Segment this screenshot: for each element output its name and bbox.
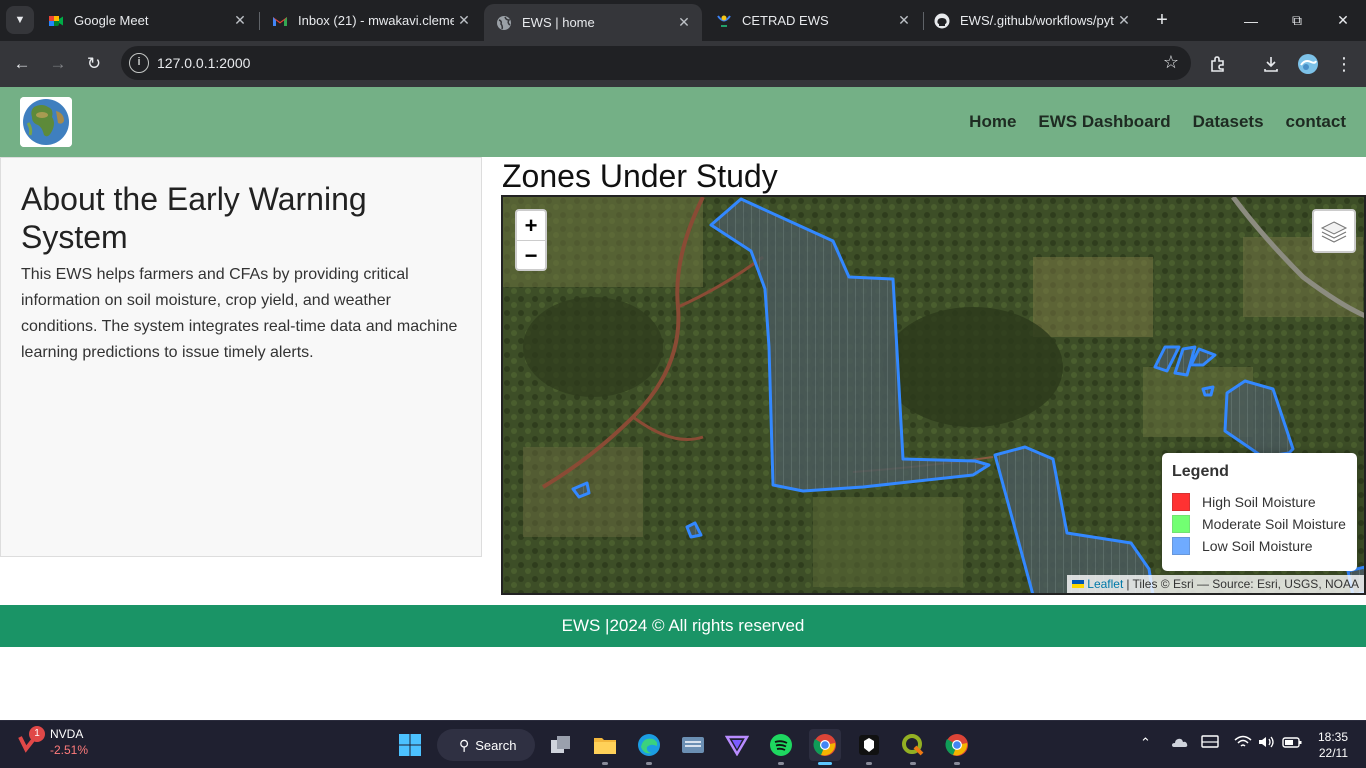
tab-title: EWS | home (522, 15, 595, 30)
nav-contact[interactable]: contact (1286, 112, 1346, 132)
tab-github-workflows[interactable]: EWS/.github/workflows/pyth ✕ (922, 0, 1142, 41)
zoom-control: + − (515, 209, 547, 271)
close-tab-icon[interactable]: ✕ (454, 12, 474, 29)
nav-ews-dashboard[interactable]: EWS Dashboard (1038, 112, 1170, 132)
profile-avatar-icon[interactable] (1295, 51, 1321, 77)
legend-swatch-blue (1172, 537, 1190, 555)
map-attribution: Leaflet | Tiles © Esri — Source: Esri, U… (1067, 575, 1364, 593)
gmail-icon (272, 13, 288, 29)
ukraine-flag-icon (1072, 580, 1085, 588)
close-tab-icon[interactable]: ✕ (1114, 12, 1134, 29)
new-tab-button[interactable]: + (1150, 8, 1174, 32)
system-clock[interactable]: 18:35 22/11 (1318, 729, 1348, 761)
tab-gmail[interactable]: Inbox (21) - mwakavi.clemen ✕ (260, 0, 482, 41)
task-view-icon[interactable] (545, 729, 577, 761)
about-panel: About the Early Warning System This EWS … (0, 157, 482, 557)
close-window-button[interactable]: ✕ (1320, 0, 1366, 41)
battery-icon[interactable] (1282, 735, 1302, 752)
taskbar-search[interactable]: ⚲ Search (437, 729, 535, 761)
tab-title: CETRAD EWS (742, 13, 829, 28)
legend-item-high: High Soil Moisture (1172, 491, 1347, 513)
cetrad-icon (716, 13, 732, 29)
wifi-icon[interactable] (1234, 735, 1252, 752)
keyboard-app-icon[interactable] (677, 729, 709, 761)
tab-title: EWS/.github/workflows/pyth (960, 13, 1114, 28)
leaflet-link[interactable]: Leaflet (1087, 575, 1123, 593)
display-icon[interactable] (1201, 735, 1219, 752)
nav-datasets[interactable]: Datasets (1193, 112, 1264, 132)
extensions-icon[interactable] (1205, 51, 1231, 77)
site-info-icon[interactable]: i (129, 53, 149, 73)
map-legend: Legend High Soil Moisture Moderate Soil … (1162, 453, 1357, 571)
about-title: About the Early Warning System (21, 181, 367, 255)
chrome-icon[interactable] (809, 729, 841, 765)
site-header: Home EWS Dashboard Datasets contact (0, 87, 1366, 157)
download-icon[interactable] (1258, 51, 1284, 77)
browser-tab-bar: ▼ Google Meet ✕ Inbox (21) - mwakavi.cle… (0, 0, 1366, 41)
onedrive-icon[interactable] (1170, 735, 1188, 752)
windows-start-icon[interactable] (394, 729, 426, 761)
site-footer: EWS |2024 © All rights reserved (0, 605, 1366, 647)
zoom-out-button[interactable]: − (517, 240, 545, 269)
zoom-in-button[interactable]: + (517, 211, 545, 240)
tab-search-button[interactable]: ▼ (6, 6, 34, 34)
legend-label: High Soil Moisture (1202, 494, 1316, 510)
terminal-app-icon[interactable] (853, 729, 885, 765)
zones-title: Zones Under Study (502, 158, 778, 194)
legend-label: Moderate Soil Moisture (1202, 516, 1346, 532)
back-arrow-icon[interactable]: ← (9, 51, 35, 77)
minimize-button[interactable]: — (1228, 0, 1274, 41)
tab-title: Google Meet (74, 13, 149, 28)
show-hidden-icons-chevron-icon[interactable]: ⌃ (1140, 735, 1151, 751)
stock-chart-icon: 1 (18, 726, 45, 753)
search-icon: ⚲ (459, 736, 470, 753)
tab-google-meet[interactable]: Google Meet ✕ (36, 0, 258, 41)
spotify-icon[interactable] (765, 729, 797, 765)
legend-swatch-green (1172, 515, 1190, 533)
legend-title: Legend (1172, 463, 1229, 480)
address-bar[interactable]: i 127.0.0.1:2000 ☆ (121, 46, 1191, 80)
attribution-text: | Tiles © Esri — Source: Esri, USGS, NOA… (1126, 577, 1359, 591)
google-meet-icon (48, 13, 64, 29)
legend-item-moderate: Moderate Soil Moisture (1172, 513, 1347, 535)
clock-time: 18:35 (1317, 730, 1348, 744)
url-text[interactable]: 127.0.0.1:2000 (157, 55, 250, 71)
globe-icon (496, 15, 512, 31)
close-tab-icon[interactable]: ✕ (674, 14, 694, 31)
search-label: Search (475, 737, 517, 753)
volume-icon[interactable] (1258, 735, 1276, 752)
main-nav: Home EWS Dashboard Datasets contact (969, 87, 1346, 157)
file-explorer-icon[interactable] (589, 729, 621, 765)
globe-logo[interactable] (20, 97, 72, 147)
windows-taskbar: 1 NVDA -2.51% ⚲ Search ⌃ 18:35 22/11 (0, 720, 1366, 768)
zones-map[interactable]: + − Legend High Soil Moisture Moderate S… (501, 195, 1366, 595)
legend-swatch-red (1172, 493, 1190, 511)
legend-item-low: Low Soil Moisture (1172, 535, 1347, 557)
stock-name: NVDA (50, 727, 84, 741)
restore-button[interactable]: ⧉ (1274, 0, 1320, 41)
nav-home[interactable]: Home (969, 112, 1016, 132)
close-tab-icon[interactable]: ✕ (894, 12, 914, 29)
tab-title: Inbox (21) - mwakavi.clemen (298, 13, 454, 28)
reload-icon[interactable]: ↻ (81, 51, 107, 77)
close-tab-icon[interactable]: ✕ (230, 12, 250, 29)
github-icon (934, 13, 950, 29)
qgis-icon[interactable] (897, 729, 929, 765)
stock-widget[interactable]: 1 NVDA -2.51% (18, 726, 89, 757)
chrome-profile-icon[interactable] (941, 729, 973, 765)
bookmark-star-icon[interactable]: ☆ (1163, 52, 1179, 73)
clock-date: 22/11 (1318, 746, 1348, 760)
browser-menu-icon[interactable]: ⋮ (1331, 51, 1357, 77)
edge-browser-icon[interactable] (633, 729, 665, 765)
browser-toolbar: ← → ↻ i 127.0.0.1:2000 ☆ ⋮ (0, 41, 1366, 87)
stock-badge: 1 (29, 726, 45, 742)
proton-vpn-icon[interactable] (721, 729, 753, 761)
about-text: This EWS helps farmers and CFAs by provi… (21, 266, 458, 361)
layers-icon[interactable] (1312, 209, 1356, 253)
legend-label: Low Soil Moisture (1202, 538, 1313, 554)
tab-cetrad-ews[interactable]: CETRAD EWS ✕ (704, 0, 922, 41)
forward-arrow-icon[interactable]: → (45, 51, 71, 77)
stock-change: -2.51% (50, 743, 89, 757)
tab-ews-home[interactable]: EWS | home ✕ (484, 4, 702, 41)
